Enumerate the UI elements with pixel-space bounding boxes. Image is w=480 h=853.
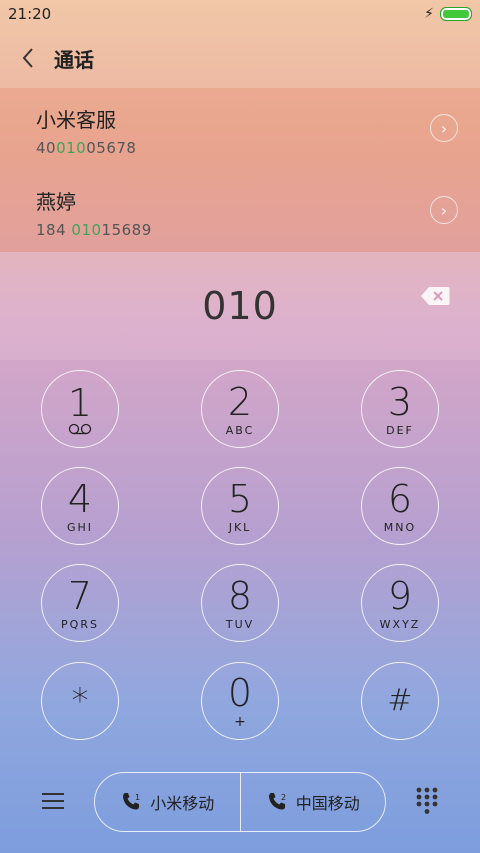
- number-suffix: 15689: [101, 221, 152, 239]
- key-digit: 4: [67, 476, 93, 521]
- sim1-label: 小米移动: [150, 794, 215, 813]
- backspace-icon: [421, 287, 450, 305]
- back-button[interactable]: [14, 44, 42, 72]
- menu-button[interactable]: [40, 788, 66, 814]
- dialed-number-display: 010: [0, 252, 480, 360]
- key-1[interactable]: 1: [41, 370, 119, 448]
- number-prefix: 184: [36, 221, 72, 239]
- bottom-bar: 1 小米移动 2 中国移动: [0, 772, 480, 834]
- key-4[interactable]: 4 GHI: [41, 467, 119, 545]
- charging-icon: ⚡: [424, 6, 434, 22]
- dialpad-icon: [416, 787, 438, 814]
- call-buttons: 1 小米移动 2 中国移动: [94, 772, 386, 832]
- phone-sim2-icon: 2: [268, 793, 286, 810]
- key-letters: DEF: [386, 423, 414, 437]
- header: 通话: [0, 28, 480, 88]
- key-5[interactable]: 5 JKL: [201, 467, 279, 545]
- result-item[interactable]: 小米客服 4001005678 ›: [0, 88, 480, 170]
- contact-name: 燕婷: [36, 190, 76, 214]
- svg-text:2: 2: [281, 793, 286, 802]
- key-letters: +: [234, 714, 246, 730]
- key-digit: #: [387, 683, 413, 718]
- key-2[interactable]: 2 ABC: [201, 370, 279, 448]
- key-letters: JKL: [228, 520, 252, 534]
- key-digit: 6: [387, 476, 413, 521]
- key-letters: WXYZ: [379, 617, 421, 631]
- key-3[interactable]: 3 DEF: [361, 370, 439, 448]
- key-digit: 2: [227, 379, 253, 424]
- key-8[interactable]: 8 TUV: [201, 564, 279, 642]
- status-bar: 21:20 ⚡: [0, 0, 480, 28]
- key-hash[interactable]: #: [361, 662, 439, 740]
- contact-detail-button[interactable]: ›: [430, 196, 458, 224]
- battery-icon: [440, 7, 472, 21]
- chevron-right-icon: ›: [440, 118, 448, 138]
- key-digit: 0: [227, 671, 253, 715]
- key-star[interactable]: *: [41, 662, 119, 740]
- status-icons: ⚡: [424, 7, 472, 21]
- page-title: 通话: [54, 47, 94, 72]
- chevron-left-icon: [22, 48, 33, 68]
- contact-name: 小米客服: [36, 108, 116, 132]
- result-item[interactable]: 燕婷 184 01015689 ›: [0, 170, 480, 252]
- key-digit: 1: [67, 381, 93, 425]
- key-digit: 3: [387, 379, 413, 424]
- key-letters: ABC: [225, 423, 255, 437]
- status-time: 21:20: [8, 5, 52, 23]
- dialpad-toggle-button[interactable]: [414, 786, 440, 816]
- number-suffix: 05678: [86, 139, 137, 157]
- number-match: 010: [56, 139, 87, 157]
- number-prefix: 40: [36, 139, 57, 157]
- key-7[interactable]: 7 PQRS: [41, 564, 119, 642]
- call-sim2-button[interactable]: 2 中国移动: [241, 773, 386, 831]
- key-letters: PQRS: [61, 617, 99, 631]
- key-digit: 8: [227, 573, 253, 618]
- key-letters: TUV: [225, 617, 255, 631]
- voicemail-icon: [68, 423, 92, 435]
- number-match: 010: [71, 221, 102, 239]
- sim2-label: 中国移动: [295, 794, 360, 813]
- key-letters: MNO: [383, 520, 417, 534]
- key-digit: 7: [67, 573, 93, 618]
- backspace-button[interactable]: [420, 286, 450, 306]
- key-digit: *: [71, 681, 89, 721]
- key-digit: 5: [227, 476, 253, 521]
- contact-detail-button[interactable]: ›: [430, 114, 458, 142]
- key-letters: GHI: [66, 520, 94, 534]
- contact-number: 4001005678: [36, 139, 444, 157]
- dialpad: 1 2 ABC 3 DEF 4 GHI 5 JKL 6 MNO 7 PQRS 8…: [0, 370, 480, 760]
- menu-icon: [42, 793, 64, 809]
- phone-sim1-icon: 1: [123, 793, 140, 810]
- search-results: 小米客服 4001005678 › 燕婷 184 01015689 ›: [0, 88, 480, 252]
- key-0[interactable]: 0 +: [201, 662, 279, 740]
- key-6[interactable]: 6 MNO: [361, 467, 439, 545]
- dialed-number: 010: [202, 284, 278, 328]
- key-9[interactable]: 9 WXYZ: [361, 564, 439, 642]
- chevron-right-icon: ›: [440, 200, 448, 220]
- call-sim1-button[interactable]: 1 小米移动: [95, 773, 240, 831]
- svg-text:1: 1: [135, 793, 140, 802]
- key-digit: 9: [387, 573, 413, 618]
- contact-number: 184 01015689: [36, 221, 444, 239]
